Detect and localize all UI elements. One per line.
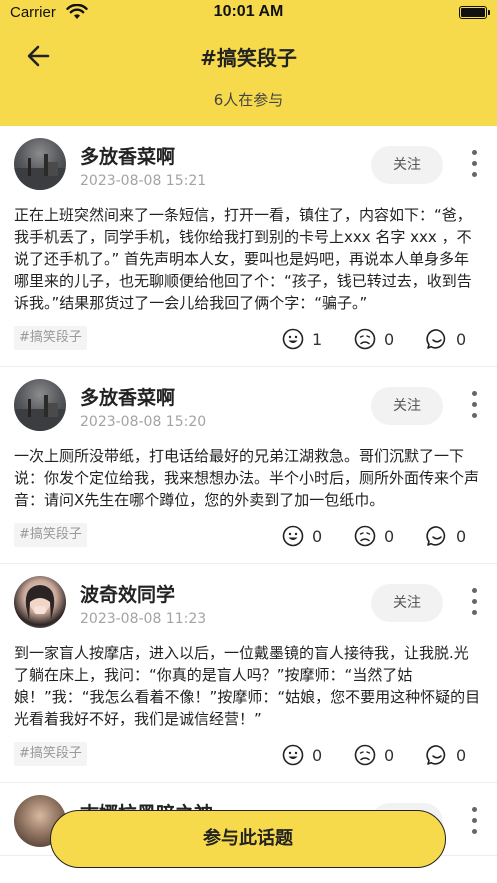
comment-button[interactable]: 0 [426, 523, 466, 549]
more-vertical-icon[interactable] [467, 588, 481, 618]
post-header: 波奇效同学 2023-08-08 11:23 关注 [14, 564, 483, 636]
comment-button[interactable]: 0 [426, 326, 466, 352]
more-vertical-icon[interactable] [467, 150, 481, 180]
more-vertical-icon[interactable] [467, 391, 481, 421]
username[interactable]: 多放香菜啊 [80, 383, 175, 410]
post-header: 多放香菜啊 2023-08-08 15:21 关注 [14, 126, 483, 198]
avatar-photo-icon [14, 395, 66, 431]
battery-icon [459, 6, 490, 19]
more-vertical-icon[interactable] [467, 807, 481, 837]
username[interactable]: 多放香菜啊 [80, 142, 175, 169]
comment-count: 0 [456, 526, 467, 546]
comment-bubble-icon [426, 329, 446, 349]
smile-icon [282, 744, 304, 766]
post-body: 到一家盲人按摩店，进入以后，一位戴墨镜的盲人接待我，让我脱.光了躺在床上，我问：… [14, 644, 481, 728]
top-header: Carrier 10:01 AM #搞笑段子 6人在参与 [0, 0, 497, 126]
avatar[interactable] [14, 576, 66, 628]
username[interactable]: 波奇效同学 [80, 580, 175, 607]
post-card: 多放香菜啊 2023-08-08 15:20 关注 一次上厕所没带纸，打电话给最… [0, 367, 497, 564]
like-button[interactable]: 0 [282, 742, 322, 768]
frown-icon [354, 525, 376, 547]
avatar[interactable] [14, 379, 66, 431]
post-footer: #搞笑段子 0 0 0 [14, 730, 483, 782]
like-count: 1 [312, 329, 323, 349]
post-body: 正在上班突然间来了一条短信，打开一看，镇住了，内容如下：“爸，我手机丢了，同学手… [14, 206, 472, 312]
comment-count: 0 [456, 329, 467, 349]
follow-button[interactable]: 关注 [371, 146, 443, 184]
frown-icon [354, 744, 376, 766]
like-count: 0 [312, 745, 323, 765]
comment-button[interactable]: 0 [426, 742, 466, 768]
page-title: #搞笑段子 [200, 46, 297, 70]
like-count: 0 [312, 526, 323, 546]
comment-bubble-icon [426, 526, 446, 546]
post-timestamp: 2023-08-08 15:20 [80, 414, 207, 430]
dislike-button[interactable]: 0 [354, 326, 394, 352]
comment-count: 0 [456, 745, 467, 765]
follow-button[interactable]: 关注 [371, 387, 443, 425]
post-footer: #搞笑段子 1 0 0 [14, 314, 483, 366]
post-timestamp: 2023-08-08 15:21 [80, 173, 207, 189]
topic-tag[interactable]: #搞笑段子 [14, 523, 87, 547]
dislike-button[interactable]: 0 [354, 523, 394, 549]
post-feed[interactable]: 多放香菜啊 2023-08-08 15:21 关注 正在上班突然间来了一条短信，… [0, 126, 497, 883]
post-footer: #搞笑段子 0 0 0 [14, 511, 483, 563]
smile-icon [282, 328, 304, 350]
post-card: 波奇效同学 2023-08-08 11:23 关注 到一家盲人按摩店，进入以后，… [0, 564, 497, 783]
status-clock: 10:01 AM [213, 3, 284, 20]
follow-button[interactable]: 关注 [371, 584, 443, 622]
status-bar: Carrier 10:01 AM [0, 0, 497, 28]
like-button[interactable]: 0 [282, 523, 322, 549]
smile-icon [282, 525, 304, 547]
post-header: 多放香菜啊 2023-08-08 15:20 关注 [14, 367, 483, 439]
dislike-count: 0 [384, 526, 395, 546]
participants-count: 6人在参与 [213, 91, 284, 109]
avatar-photo-icon [14, 154, 66, 190]
like-button[interactable]: 1 [282, 326, 322, 352]
post-body: 一次上厕所没带纸，打电话给最好的兄弟江湖救急。哥们沉默了一下说：你发个定位给我，… [14, 447, 480, 509]
dislike-button[interactable]: 0 [354, 742, 394, 768]
dislike-count: 0 [384, 745, 395, 765]
frown-icon [354, 328, 376, 350]
join-topic-button[interactable]: 参与此话题 [50, 810, 446, 868]
comment-bubble-icon [426, 745, 446, 765]
avatar[interactable] [14, 138, 66, 190]
topic-tag[interactable]: #搞笑段子 [14, 326, 87, 350]
post-timestamp: 2023-08-08 11:23 [80, 611, 207, 627]
post-card: 多放香菜啊 2023-08-08 15:21 关注 正在上班突然间来了一条短信，… [0, 126, 497, 367]
avatar-photo-icon [25, 585, 55, 620]
topic-tag[interactable]: #搞笑段子 [14, 742, 87, 766]
dislike-count: 0 [384, 329, 395, 349]
